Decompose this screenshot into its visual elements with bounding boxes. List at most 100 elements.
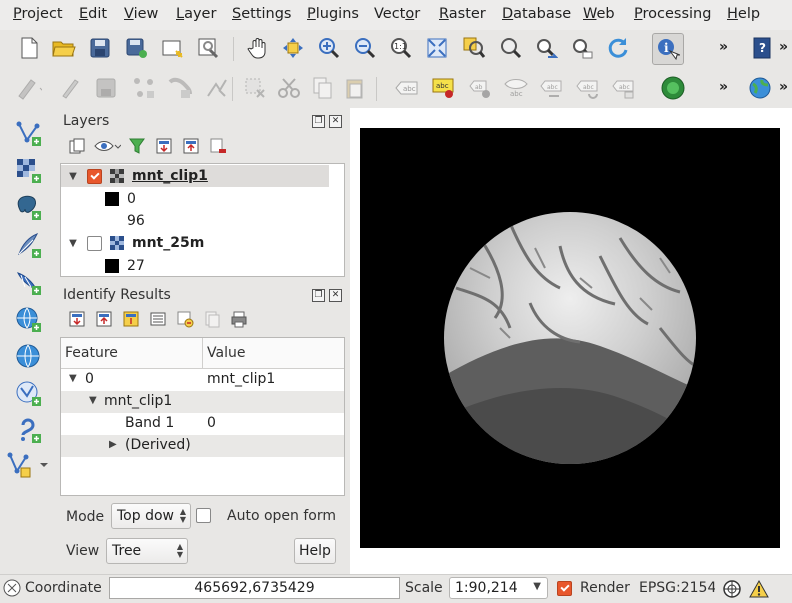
collapse-arrow-icon[interactable]: ▼ [69,373,77,384]
menu-database[interactable]: Database [502,6,571,22]
zoom-last-icon[interactable] [533,35,559,61]
mode-select[interactable]: Top dow ▲ ▼ [111,503,191,529]
close-panel-icon[interactable]: ✕ [329,115,342,128]
new-shapefile-icon[interactable] [6,450,52,480]
clear-results-icon[interactable] [174,309,196,329]
toolbar-overflow-3[interactable]: » [719,79,728,95]
remove-layer-icon[interactable] [207,136,229,156]
collapse-arrow-icon[interactable]: ▼ [67,238,79,249]
toolbar-main: 1:1 i » ? » [0,30,792,68]
view-select[interactable]: Tree ▲ ▼ [106,538,188,564]
identify-features-icon[interactable]: i [652,33,684,65]
zoom-native-icon[interactable]: 1:1 [388,35,414,61]
warning-icon[interactable] [749,579,769,603]
manage-visibility-icon[interactable] [93,136,121,156]
layer-visibility-checkbox[interactable] [87,168,102,184]
layer-row-mnt-25m[interactable]: ▼ mnt_25m [61,232,329,254]
menu-web[interactable]: Web [583,6,615,22]
map-canvas[interactable] [350,108,792,574]
help-button[interactable]: Help [294,538,336,564]
globe-icon[interactable] [747,75,773,101]
close-panel-icon[interactable]: ✕ [329,289,342,302]
coordinate-field[interactable]: 465692,6735429 [109,577,400,599]
zoom-out-icon[interactable] [352,35,378,61]
menu-layer[interactable]: Layer [176,6,216,22]
feature-cell: 0 [85,371,94,387]
attribute-list-icon[interactable] [147,309,169,329]
menu-help[interactable]: Help [727,6,760,22]
layout-manager-icon[interactable] [196,35,222,61]
refresh-icon[interactable] [605,35,631,61]
render-checkbox[interactable] [557,581,572,596]
add-wms-layer-icon[interactable] [14,305,44,335]
grass-tools-icon[interactable] [660,75,686,101]
float-panel-icon[interactable]: ❐ [312,115,325,128]
menu-raster[interactable]: Raster [439,6,486,22]
toggle-editing-icon [57,75,83,101]
save-project-icon[interactable] [87,35,113,61]
cut-features-icon [276,75,302,101]
save-as-icon[interactable] [124,35,150,61]
feature-column-header[interactable]: Feature [65,345,118,361]
zoom-in-icon[interactable] [316,35,342,61]
open-project-icon[interactable] [51,35,77,61]
menu-vector[interactable]: Vector [374,6,420,22]
menu-view[interactable]: View [124,6,158,22]
expand-new-results-icon[interactable] [120,309,142,329]
filter-legend-icon[interactable] [126,136,148,156]
help-book-icon[interactable]: ? [749,35,775,61]
table-row[interactable]: Band 1 0 [61,413,344,435]
new-project-icon[interactable] [16,35,42,61]
projection-globe-icon[interactable] [722,579,742,603]
toolbar-overflow-1[interactable]: » [719,39,728,55]
add-raster-layer-icon[interactable] [14,156,44,186]
table-row[interactable]: ▼ 0 mnt_clip1 [61,369,344,391]
zoom-next-icon[interactable] [569,35,595,61]
layer-labeling-icon[interactable]: abc [431,75,457,101]
legend-value: 96 [127,213,145,229]
add-postgis-layer-icon[interactable] [14,193,44,223]
add-spatialite-layer-icon[interactable] [14,231,44,261]
menu-edit[interactable]: Edit [79,6,107,22]
collapse-all-icon[interactable] [180,136,202,156]
svg-text:1:1: 1:1 [394,42,407,51]
print-results-icon[interactable] [228,309,250,329]
menu-plugins[interactable]: Plugins [307,6,359,22]
auto-open-form-checkbox[interactable] [196,508,211,523]
add-wcs-layer-icon[interactable] [14,342,44,372]
toolbar-overflow-2[interactable]: » [779,39,788,55]
crs-status-text[interactable]: EPSG:2154 [639,580,715,596]
table-row[interactable]: ▼ mnt_clip1 [61,391,344,413]
expand-arrow-icon[interactable]: ▶ [109,439,117,450]
expand-tree-icon[interactable] [66,309,88,329]
zoom-to-selection-icon[interactable] [461,35,487,61]
zoom-full-icon[interactable] [424,35,450,61]
add-group-icon[interactable] [66,136,88,156]
map-view[interactable] [360,128,780,548]
messages-icon[interactable] [3,579,21,601]
add-wfs-layer-icon[interactable] [14,379,44,409]
expand-all-icon[interactable] [153,136,175,156]
move-label-icon: abc [539,75,565,101]
zoom-to-layer-icon[interactable] [497,35,523,61]
scale-select[interactable]: 1:90,214 ▼ [449,577,548,599]
collapse-arrow-icon[interactable]: ▼ [67,171,79,182]
menu-processing[interactable]: Processing [634,6,711,22]
svg-text:abc: abc [510,90,523,98]
pan-to-selection-icon[interactable] [280,35,306,61]
pan-hand-icon[interactable] [245,35,271,61]
table-row[interactable]: ▶ (Derived) [61,435,344,457]
collapse-arrow-icon[interactable]: ▼ [89,395,97,406]
collapse-tree-icon[interactable] [93,309,115,329]
layer-visibility-checkbox[interactable] [87,235,102,251]
value-column-header[interactable]: Value [207,345,245,361]
menu-project[interactable]: Project [13,6,63,22]
layer-row-mnt-clip1[interactable]: ▼ mnt_clip1 [61,165,329,187]
add-mssql-layer-icon[interactable] [14,268,44,298]
add-vector-layer-icon[interactable] [14,119,44,149]
float-panel-icon[interactable]: ❐ [312,289,325,302]
menu-settings[interactable]: Settings [232,6,292,22]
new-print-layout-icon[interactable] [160,35,186,61]
add-delimited-text-icon[interactable] [14,416,44,446]
toolbar-overflow-4[interactable]: » [779,79,788,95]
